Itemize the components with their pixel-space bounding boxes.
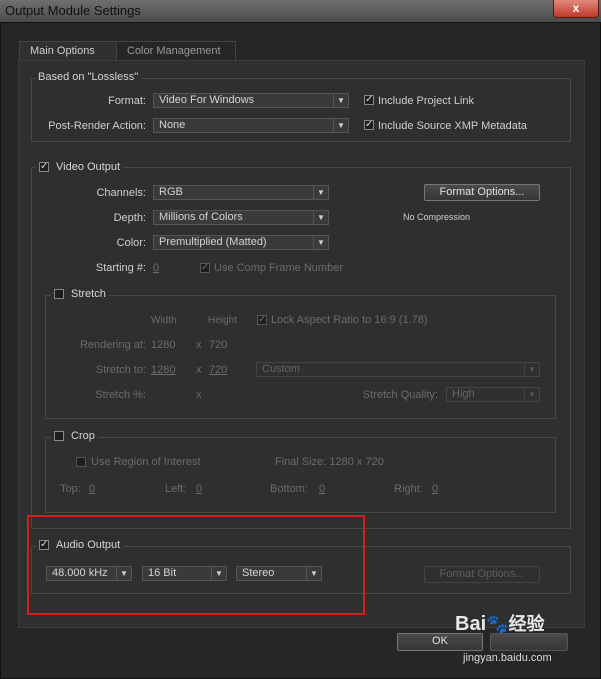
audio-format-options-button[interactable]: Format Options...	[424, 566, 540, 583]
watermark-url: jingyan.baidu.com	[463, 652, 552, 664]
lock-aspect-label: Lock Aspect Ratio to 16:9 (1.78)	[271, 314, 428, 326]
stretch-preset-dropdown[interactable]: Custom ▼	[256, 362, 540, 377]
format-value: Video For Windows	[159, 94, 255, 106]
starting-number-label: Starting #:	[95, 262, 146, 274]
rendering-height: 720	[209, 339, 228, 351]
post-render-value: None	[159, 119, 186, 131]
stretch-quality-label: Stretch Quality:	[362, 389, 438, 401]
tab-color-management[interactable]: Color Management	[116, 41, 236, 61]
post-render-label: Post-Render Action:	[48, 120, 146, 132]
crop-header: Crop	[51, 430, 98, 444]
rendering-width: 1280	[151, 339, 176, 351]
video-output-header: ✓ Video Output	[36, 161, 124, 175]
tab-main-options[interactable]: Main Options	[19, 41, 119, 61]
highlight-annotation	[27, 515, 365, 615]
stretch-title: Stretch	[68, 288, 109, 300]
crop-checkbox[interactable]	[54, 431, 64, 441]
channels-dropdown[interactable]: RGB ▼	[153, 185, 329, 200]
crop-group	[45, 437, 556, 513]
baidu-logo-suffix: 经验	[508, 614, 545, 634]
title-bar: Output Module Settings x	[0, 0, 601, 23]
chevron-down-icon: ▼	[333, 94, 348, 107]
chevron-down-icon: ▼	[524, 363, 539, 376]
post-render-dropdown[interactable]: None ▼	[153, 118, 349, 133]
crop-bottom-field[interactable]: 0	[319, 483, 325, 495]
stretch-quality-value: High	[452, 388, 475, 400]
close-icon: x	[572, 1, 580, 15]
rendering-at-label: Rendering at:	[79, 339, 146, 351]
include-xmp-checkbox[interactable]: ✓	[364, 120, 374, 130]
compression-info: No Compression	[403, 212, 471, 222]
crop-left-field[interactable]: 0	[196, 483, 202, 495]
include-project-link-checkbox[interactable]: ✓	[364, 95, 374, 105]
button-label: Format Options...	[439, 186, 525, 198]
stretch-header: Stretch	[51, 288, 109, 302]
times-sign: x	[196, 389, 202, 401]
height-header: Height	[208, 315, 237, 326]
video-format-options-button[interactable]: Format Options...	[424, 184, 540, 201]
chevron-down-icon: ▼	[313, 236, 328, 249]
stretch-percent-label: Stretch %:	[95, 389, 146, 401]
tab-label: Main Options	[30, 45, 95, 57]
include-xmp-label: Include Source XMP Metadata	[378, 120, 527, 132]
button-label: Format Options...	[439, 568, 525, 580]
lock-aspect-checkbox[interactable]: ✓	[257, 315, 267, 325]
color-dropdown[interactable]: Premultiplied (Matted) ▼	[153, 235, 329, 250]
video-output-title: Video Output	[53, 161, 124, 173]
stretch-height-field[interactable]: 720	[209, 364, 227, 376]
chevron-down-icon: ▼	[313, 186, 328, 199]
width-header: Width	[151, 315, 177, 326]
tab-label: Color Management	[127, 45, 221, 57]
crop-title: Crop	[68, 430, 98, 442]
channels-label: Channels:	[96, 187, 146, 199]
stretch-quality-dropdown[interactable]: High ▼	[446, 387, 540, 402]
chevron-down-icon: ▼	[313, 211, 328, 224]
crop-top-field[interactable]: 0	[89, 483, 95, 495]
use-roi-label: Use Region of Interest	[91, 456, 201, 468]
format-dropdown[interactable]: Video For Windows ▼	[153, 93, 349, 108]
paw-icon: 🐾	[486, 614, 509, 634]
chevron-down-icon: ▼	[524, 388, 539, 401]
video-output-checkbox[interactable]: ✓	[39, 162, 49, 172]
stretch-checkbox[interactable]	[54, 289, 64, 299]
crop-top-label: Top:	[60, 483, 81, 495]
depth-dropdown[interactable]: Millions of Colors ▼	[153, 210, 329, 225]
times-sign: x	[196, 339, 202, 351]
use-comp-frame-checkbox[interactable]: ✓	[200, 263, 210, 273]
color-value: Premultiplied (Matted)	[159, 236, 267, 248]
times-sign: x	[196, 364, 202, 376]
stretch-width-field[interactable]: 1280	[151, 364, 175, 376]
window-title: Output Module Settings	[5, 3, 141, 18]
crop-right-label: Right:	[394, 483, 423, 495]
use-roi-checkbox[interactable]	[76, 457, 86, 467]
format-label: Format:	[108, 95, 146, 107]
close-button[interactable]: x	[553, 0, 599, 18]
baidu-watermark: Bai🐾经验	[455, 610, 545, 636]
channels-value: RGB	[159, 186, 183, 198]
final-size-text: Final Size: 1280 x 720	[275, 456, 384, 468]
crop-right-field[interactable]: 0	[432, 483, 438, 495]
baidu-logo-text: Bai	[455, 613, 487, 635]
depth-label: Depth:	[113, 212, 146, 224]
button-label: OK	[432, 635, 448, 647]
crop-bottom-label: Bottom:	[270, 483, 308, 495]
based-on-title: Based on "Lossless"	[35, 71, 142, 83]
crop-left-label: Left:	[165, 483, 187, 495]
stretch-to-label: Stretch to:	[95, 364, 146, 376]
stretch-preset-value: Custom	[262, 363, 300, 375]
include-project-link-label: Include Project Link	[378, 95, 474, 107]
chevron-down-icon: ▼	[333, 119, 348, 132]
starting-number-value[interactable]: 0	[153, 262, 159, 274]
use-comp-frame-label: Use Comp Frame Number	[214, 262, 343, 274]
depth-value: Millions of Colors	[159, 211, 243, 223]
color-label: Color:	[116, 237, 146, 249]
